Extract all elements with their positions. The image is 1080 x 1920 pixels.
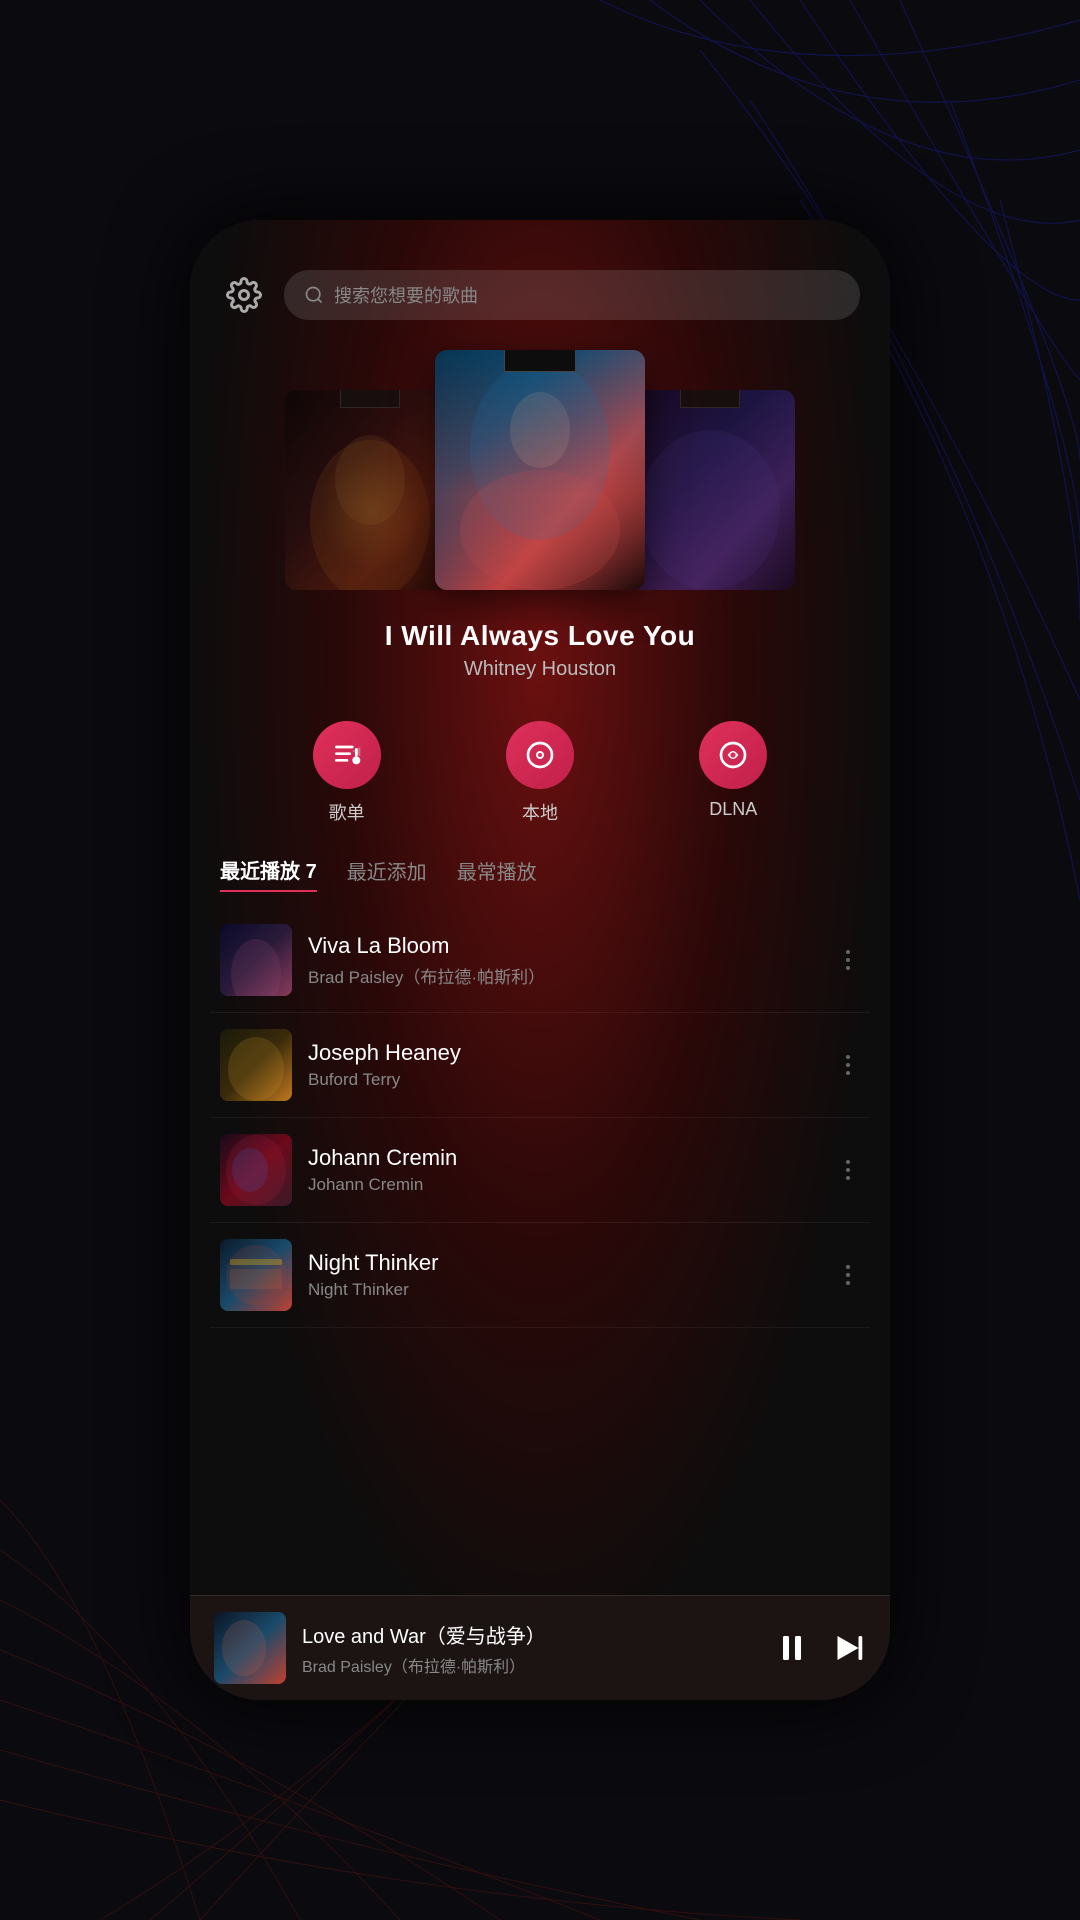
album-card-right[interactable] bbox=[625, 390, 795, 590]
now-playing-title: Love and War（爱与战争） bbox=[302, 1620, 758, 1649]
song-item-2[interactable]: Joseph Heaney Buford Terry bbox=[210, 1013, 870, 1118]
song-info-4: Night Thinker Night Thinker bbox=[308, 1250, 820, 1300]
pause-button[interactable] bbox=[774, 1630, 810, 1666]
nav-item-dlna[interactable]: DLNA bbox=[699, 721, 767, 825]
settings-icon[interactable] bbox=[220, 271, 268, 319]
nav-label-local: 本地 bbox=[522, 799, 558, 825]
song-thumb-3 bbox=[220, 1134, 292, 1206]
now-playing-artist: Brad Paisley（布拉德·帕斯利） bbox=[302, 1653, 758, 1677]
search-bar[interactable]: 搜索您想要的歌曲 bbox=[284, 270, 860, 320]
song-artist-4: Night Thinker bbox=[308, 1280, 820, 1300]
song-item-4[interactable]: Night Thinker Night Thinker bbox=[210, 1223, 870, 1328]
song-item-1[interactable]: Viva La Bloom Brad Paisley（布拉德·帕斯利） bbox=[210, 908, 870, 1013]
song-more-1[interactable] bbox=[836, 940, 860, 980]
now-playing-thumb bbox=[214, 1612, 286, 1684]
featured-song-info: I Will Always Love You Whitney Houston bbox=[190, 600, 890, 691]
song-artist-3: Johann Cremin bbox=[308, 1175, 820, 1195]
song-artist-1: Brad Paisley（布拉德·帕斯利） bbox=[308, 963, 820, 988]
local-icon-bg bbox=[506, 721, 574, 789]
song-title-1: Viva La Bloom bbox=[308, 933, 820, 959]
dlna-icon-bg bbox=[699, 721, 767, 789]
nav-item-local[interactable]: 本地 bbox=[506, 721, 574, 825]
album-carousel bbox=[190, 340, 890, 600]
now-playing-bar[interactable]: Love and War（爱与战争） Brad Paisley（布拉德·帕斯利） bbox=[190, 1595, 890, 1700]
header: 搜索您想要的歌曲 bbox=[190, 220, 890, 340]
song-info-3: Johann Cremin Johann Cremin bbox=[308, 1145, 820, 1195]
song-artist-2: Buford Terry bbox=[308, 1070, 820, 1090]
nav-label-dlna: DLNA bbox=[709, 799, 757, 820]
song-list: Viva La Bloom Brad Paisley（布拉德·帕斯利） Jos bbox=[190, 908, 890, 1595]
song-more-4[interactable] bbox=[836, 1255, 860, 1295]
playback-controls bbox=[774, 1630, 866, 1666]
phone-shell: 搜索您想要的歌曲 bbox=[190, 220, 890, 1700]
featured-song-title: I Will Always Love You bbox=[190, 620, 890, 652]
song-info-2: Joseph Heaney Buford Terry bbox=[308, 1040, 820, 1090]
tabs-bar: 最近播放 7 最近添加 最常播放 bbox=[190, 855, 890, 892]
album-card-center[interactable] bbox=[435, 350, 645, 590]
nav-label-playlist: 歌单 bbox=[329, 799, 365, 825]
song-title-3: Johann Cremin bbox=[308, 1145, 820, 1171]
playlist-icon-bg bbox=[313, 721, 381, 789]
song-info-1: Viva La Bloom Brad Paisley（布拉德·帕斯利） bbox=[308, 933, 820, 988]
song-title-4: Night Thinker bbox=[308, 1250, 820, 1276]
nav-icons: 歌单 本地 bbox=[190, 691, 890, 855]
tab-frequent[interactable]: 最常播放 bbox=[457, 856, 537, 891]
song-thumb-4 bbox=[220, 1239, 292, 1311]
song-more-3[interactable] bbox=[836, 1150, 860, 1190]
tab-recent[interactable]: 最近播放 7 bbox=[220, 855, 317, 892]
nav-item-playlist[interactable]: 歌单 bbox=[313, 721, 381, 825]
song-more-2[interactable] bbox=[836, 1045, 860, 1085]
now-playing-info: Love and War（爱与战争） Brad Paisley（布拉德·帕斯利） bbox=[302, 1620, 758, 1677]
album-card-left[interactable] bbox=[285, 390, 455, 590]
tab-added[interactable]: 最近添加 bbox=[347, 856, 427, 891]
featured-song-artist: Whitney Houston bbox=[190, 658, 890, 681]
search-placeholder: 搜索您想要的歌曲 bbox=[334, 282, 478, 308]
song-thumb-1 bbox=[220, 924, 292, 996]
song-thumb-2 bbox=[220, 1029, 292, 1101]
song-item-3[interactable]: Johann Cremin Johann Cremin bbox=[210, 1118, 870, 1223]
next-button[interactable] bbox=[830, 1630, 866, 1666]
song-title-2: Joseph Heaney bbox=[308, 1040, 820, 1066]
